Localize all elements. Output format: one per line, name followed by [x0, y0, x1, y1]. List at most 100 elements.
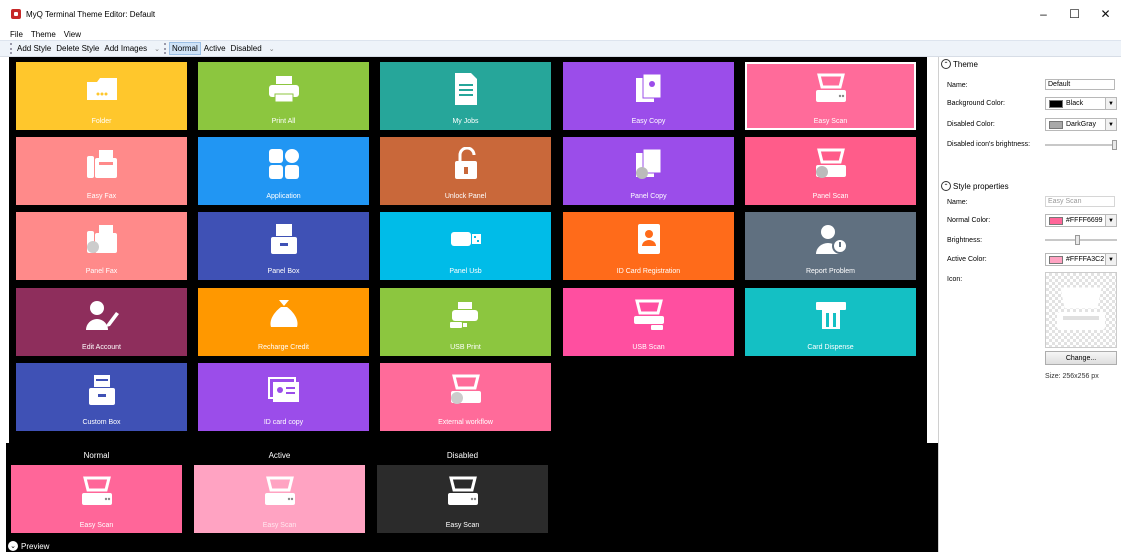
tile-folder[interactable]: Folder — [16, 62, 187, 130]
tile-label: Edit Account — [82, 344, 121, 351]
theme-name-input[interactable]: Default — [1045, 79, 1115, 90]
maximize-button[interactable]: ☐ — [1059, 0, 1090, 28]
tile-label: Application — [266, 193, 301, 200]
slider-thumb[interactable] — [1075, 235, 1080, 245]
disabled-color-value: DarkGray — [1066, 121, 1096, 128]
tile-easy-fax[interactable]: Easy Fax — [16, 137, 187, 205]
add-images-button[interactable]: Add Images — [102, 43, 149, 54]
background-color-select[interactable]: Black ▼ — [1045, 97, 1117, 110]
tile-easy-copy[interactable]: Easy Copy — [563, 62, 734, 130]
toolbar-overflow-icon[interactable]: ⌄ — [154, 45, 160, 53]
window-title: MyQ Terminal Theme Editor: Default — [26, 9, 156, 19]
color-swatch — [1049, 216, 1063, 225]
tile-edit-account[interactable]: Edit Account — [16, 288, 187, 356]
tile-label: Easy Scan — [813, 118, 848, 125]
preview-active-label: Easy Scan — [262, 522, 297, 529]
tile-usb-print[interactable]: USB Print — [380, 288, 551, 356]
color-swatch — [1049, 120, 1063, 129]
title-bar: MyQ Terminal Theme Editor: Default – ☐ ✕ — [0, 0, 1121, 28]
dropdown-arrow-icon[interactable]: ▼ — [1105, 254, 1116, 265]
scanner-icon — [77, 474, 117, 510]
tile-application[interactable]: Application — [198, 137, 369, 205]
normal-color-select[interactable]: #FFFF6699 ▼ — [1045, 214, 1117, 227]
menu-view[interactable]: View — [64, 30, 81, 39]
preview-normal-label: Easy Scan — [79, 522, 114, 529]
scanner-icon — [260, 474, 300, 510]
tile-id-card-copy[interactable]: ID card copy — [198, 363, 369, 431]
tile-label: Panel Box — [267, 268, 300, 275]
change-icon-button[interactable]: Change... — [1045, 351, 1117, 365]
printer-icon — [264, 70, 304, 108]
normal-color-label: Normal Color: — [947, 217, 991, 224]
tile-my-jobs[interactable]: My Jobs — [380, 62, 551, 130]
preview-active-header: Active — [268, 451, 291, 460]
active-mode-button[interactable]: Active — [202, 43, 228, 54]
brightness-slider[interactable] — [1045, 235, 1117, 245]
disabled-mode-button[interactable]: Disabled — [229, 43, 264, 54]
toolbar-grip[interactable] — [10, 43, 12, 54]
active-color-select[interactable]: #FFFFA3C2 ▼ — [1045, 253, 1117, 266]
menu-theme[interactable]: Theme — [31, 30, 56, 39]
tile-label: Print All — [271, 118, 296, 125]
disabled-brightness-slider[interactable] — [1045, 140, 1117, 150]
id-card-icon — [629, 220, 669, 258]
tile-id-card-registration[interactable]: ID Card Registration — [563, 212, 734, 280]
tile-unlock-panel[interactable]: Unlock Panel — [380, 137, 551, 205]
style-section-header[interactable]: ⌃ Style properties — [941, 181, 1009, 191]
close-button[interactable]: ✕ — [1090, 0, 1121, 28]
delete-style-button[interactable]: Delete Style — [54, 43, 101, 54]
toolbar: Add Style Delete Style Add Images ⌄ Norm… — [0, 40, 1121, 57]
minimize-button[interactable]: – — [1028, 0, 1059, 28]
preview-panel: Normal Active Disabled Easy Scan Easy Sc… — [6, 443, 938, 552]
tile-panel-fax[interactable]: Panel Fax — [16, 212, 187, 280]
disabled-color-label: Disabled Color: — [947, 121, 995, 128]
slider-thumb[interactable] — [1112, 140, 1117, 150]
id-copy-icon — [264, 371, 304, 409]
menu-bar: File Theme View — [0, 28, 1121, 40]
tile-panel-copy[interactable]: Panel Copy — [563, 137, 734, 205]
menu-file[interactable]: File — [10, 30, 23, 39]
tile-label: External workflow — [438, 419, 493, 426]
toolbar-grip-2[interactable] — [163, 43, 166, 54]
disabled-brightness-label: Disabled icon's brightness: — [947, 141, 1031, 148]
disabled-color-select[interactable]: DarkGray ▼ — [1045, 118, 1117, 131]
dropdown-arrow-icon[interactable]: ▼ — [1105, 119, 1116, 130]
app-logo-icon — [11, 9, 21, 19]
tile-recharge-credit[interactable]: Recharge Credit — [198, 288, 369, 356]
tile-report-problem[interactable]: Report Problem — [745, 212, 916, 280]
tile-usb-scan[interactable]: USB Scan — [563, 288, 734, 356]
tile-label: Panel Copy — [630, 193, 667, 200]
tile-easy-scan[interactable]: Easy Scan — [745, 62, 916, 130]
tile-custom-box[interactable]: Custom Box — [16, 363, 187, 431]
tile-card-dispense[interactable]: Card Dispense — [745, 288, 916, 356]
tile-label: USB Print — [450, 344, 481, 351]
workflow-icon — [446, 371, 486, 409]
color-swatch — [1049, 255, 1063, 264]
add-style-button[interactable]: Add Style — [15, 43, 53, 54]
normal-mode-button[interactable]: Normal — [168, 42, 201, 55]
tile-panel-scan[interactable]: Panel Scan — [745, 137, 916, 205]
dropdown-arrow-icon[interactable]: ▼ — [1105, 215, 1116, 226]
theme-section-title: Theme — [953, 59, 978, 69]
tile-canvas: Folder Print All My Jobs Easy Copy Easy Scan… — [9, 57, 927, 443]
properties-panel: ⌃ Theme Name: Default Background Color: … — [938, 57, 1121, 552]
collapse-icon: ⌃ — [941, 181, 951, 191]
active-color-label: Active Color: — [947, 256, 987, 263]
box-icon — [264, 220, 304, 258]
tile-label: Report Problem — [805, 268, 856, 275]
collapse-icon: ⌃ — [941, 59, 951, 69]
preview-toggle[interactable]: ⌄ Preview — [8, 541, 49, 551]
tile-panel-usb[interactable]: Panel Usb — [380, 212, 551, 280]
tile-panel-box[interactable]: Panel Box — [198, 212, 369, 280]
dropdown-arrow-icon[interactable]: ▼ — [1105, 98, 1116, 109]
tile-print-all[interactable]: Print All — [198, 62, 369, 130]
theme-section-header[interactable]: ⌃ Theme — [941, 59, 978, 69]
preview-normal-header: Normal — [83, 451, 110, 460]
toolbar-overflow-icon-2[interactable]: ⌄ — [269, 45, 275, 53]
panel-fax-icon — [82, 220, 122, 258]
tile-label: Panel Scan — [812, 193, 849, 200]
tile-label: USB Scan — [632, 344, 665, 351]
tile-external-workflow[interactable]: External workflow — [380, 363, 551, 431]
style-section-title: Style properties — [953, 181, 1009, 191]
copy-icon — [629, 70, 669, 108]
